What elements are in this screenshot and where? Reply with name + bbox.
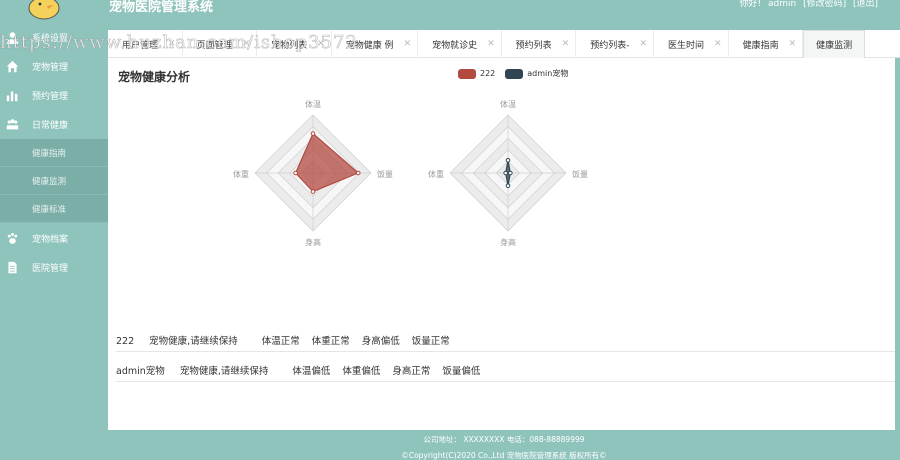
radar-axis-label: 体重 [233, 169, 249, 179]
radar-data-point[interactable] [503, 170, 508, 176]
sidebar-item-pet-management[interactable]: 宠物管理 [0, 52, 108, 80]
sidebar-item-label: 医院管理 [32, 263, 69, 274]
sidebar-item-label: 宠物档案 [32, 234, 69, 245]
summary-item: 体重正常 [311, 335, 350, 347]
summary-row-222: 222 宠物健康,请继续保持 体温正常 体重正常 身高偏低 饭量正常 [116, 328, 895, 352]
health-status: 宠物健康,请继续保持 [149, 335, 238, 347]
footer-copyright: ©Copyright(C)2020 Co.,Ltd 宠物医院管理系统 版权所有© [401, 451, 607, 460]
radar-axis-label: 饭量 [377, 169, 393, 179]
radar-chart: 体温饭量身高 体重 体温饭量身高 体重 [233, 99, 588, 247]
radar-axis-label: 身高 [305, 237, 321, 247]
sidebar-item-pet-records[interactable]: 宠物档案 [0, 224, 108, 252]
radar-data-point[interactable] [293, 170, 298, 176]
sidebar-subitem-health-guide[interactable]: 健康指南 [0, 139, 108, 167]
greeting: 你好! [739, 0, 762, 9]
footer-address: 公司地址： XXXXXXXX 电话：088-88889999 [423, 435, 585, 444]
user-bar: 你好! admin [修改密码] [退出] [736, 0, 879, 9]
tab-label: 医生时间 [668, 40, 705, 51]
sidebar-item-label: 预约管理 [32, 91, 69, 102]
close-icon[interactable]: ✕ [243, 39, 251, 49]
radar-admin-pet: 体温饭量身高 体重 [428, 99, 588, 247]
username: admin [767, 0, 797, 9]
summary-item: 饭量正常 [411, 335, 450, 347]
group-icon [5, 117, 19, 131]
radar-data-point[interactable] [355, 170, 361, 176]
radar-axis-label: 体温 [305, 99, 321, 109]
duck-logo-icon [28, 0, 60, 20]
radar-data-point[interactable] [505, 157, 511, 163]
sidebar-item-appointments[interactable]: 预约管理 [0, 81, 108, 109]
tab-label: 宠物健康 例 [345, 40, 394, 51]
user-icon [5, 30, 19, 44]
sidebar-item-system-settings[interactable]: 系统设置 [0, 23, 108, 51]
close-icon[interactable]: ✕ [404, 39, 412, 49]
summary-item: 身高偏低 [361, 335, 400, 347]
tab-health-monitor[interactable]: 健康监测 [803, 30, 866, 58]
summary-item: 身高正常 [392, 365, 431, 377]
summary-status: admin宠物 宠物健康,请继续保持 [116, 363, 280, 377]
tab-label: 预约列表 [515, 40, 552, 51]
tab-user-management[interactable]: 用户管理 ✕ [108, 30, 183, 58]
home-icon [5, 59, 19, 73]
sidebar-item-daily-health[interactable]: 日常健康 [0, 110, 108, 138]
radar-data-point[interactable] [505, 183, 511, 189]
tab-bar: 用户管理 ✕ 页面管理 ✕ 宠物列表 ✕ 宠物健康 例 ✕ 宠物就诊史 ✕ 预约列表 ✕ 预… [108, 30, 900, 58]
sidebar-subitem-health-monitor[interactable]: 健康监测 [0, 167, 108, 195]
close-icon[interactable]: ✕ [639, 39, 647, 49]
summary-item: 体温正常 [261, 335, 300, 347]
radar-axis-label: 体重 [428, 169, 444, 179]
health-status: 宠物健康,请继续保持 [179, 365, 269, 377]
tab-doctor-time[interactable]: 医生时间 ✕ [654, 30, 729, 58]
radar-axis-label: 饭量 [572, 169, 588, 179]
sidebar: 系统设置 宠物管理 预约管理 日常健康 健康指南 健康监测 健康标准 宠物档案 … [0, 0, 108, 460]
tab-appointment-list[interactable]: 预约列表 ✕ [502, 30, 577, 58]
radar-data-point[interactable] [508, 170, 513, 176]
change-password-link[interactable]: [修改密码] [803, 0, 846, 9]
sidebar-item-hospital-management[interactable]: 医院管理 [0, 253, 108, 281]
pet-name: admin宠物 [116, 365, 165, 377]
close-icon[interactable]: ✕ [714, 39, 722, 49]
summary-item: 体重偏低 [342, 365, 381, 377]
summary-status: 222 宠物健康,请继续保持 [116, 333, 250, 347]
paw-icon [5, 231, 19, 245]
sidebar-item-label: 系统设置 [32, 33, 69, 44]
summary-item: 体温偏低 [292, 365, 331, 377]
sidebar-item-label: 宠物管理 [32, 62, 69, 73]
close-icon[interactable]: ✕ [168, 39, 176, 49]
pet-name: 222 [116, 335, 135, 347]
tab-label: 页面管理 [196, 40, 233, 51]
tab-pet-health-case[interactable]: 宠物健康 例 ✕ [332, 30, 419, 58]
close-icon[interactable]: ✕ [789, 39, 797, 49]
summary-row-admin-pet: admin宠物 宠物健康,请继续保持 体温偏低 体重偏低 身高正常 饭量偏低 [116, 358, 895, 382]
tab-label: 用户管理 [122, 40, 159, 51]
radar-axis-label: 体温 [500, 99, 516, 109]
tab-label: 宠物列表 [271, 40, 308, 51]
radar-data-point[interactable] [310, 189, 316, 194]
tab-pet-visit-history[interactable]: 宠物就诊史 ✕ [418, 30, 502, 58]
sidebar-subitem-health-standard[interactable]: 健康标准 [0, 195, 108, 223]
tab-appointment-list-2[interactable]: 预约列表- ✕ [576, 30, 655, 58]
document-icon [5, 260, 19, 274]
close-icon[interactable]: ✕ [562, 39, 570, 49]
tab-label: 健康监测 [816, 41, 853, 51]
radar-axis-label: 身高 [500, 237, 516, 247]
logout-link[interactable]: [退出] [853, 0, 878, 9]
tab-pet-list[interactable]: 宠物列表 ✕ [257, 30, 332, 58]
app-title: 宠物医院管理系统 [109, 0, 214, 15]
bar-chart-icon [5, 88, 19, 102]
tab-page-management[interactable]: 页面管理 ✕ [183, 30, 258, 58]
tab-label: 预约列表- [590, 40, 630, 51]
radar-data-point[interactable] [310, 131, 316, 136]
tab-health-guide[interactable]: 健康指南 ✕ [729, 30, 804, 58]
radar-222: 体温饭量身高 体重 [233, 99, 393, 247]
close-icon[interactable]: ✕ [487, 39, 495, 49]
close-icon[interactable]: ✕ [317, 39, 325, 49]
sidebar-item-label: 日常健康 [32, 120, 69, 131]
summary-item: 饭量偏低 [442, 365, 481, 377]
main-content: 宠物健康分析 222 admin宠物 体温 饭量 身高 体重 体温 饭量 身高 体重 222 … [108, 58, 895, 430]
tab-label: 健康指南 [742, 40, 779, 51]
tab-label: 宠物就诊史 [432, 40, 478, 51]
